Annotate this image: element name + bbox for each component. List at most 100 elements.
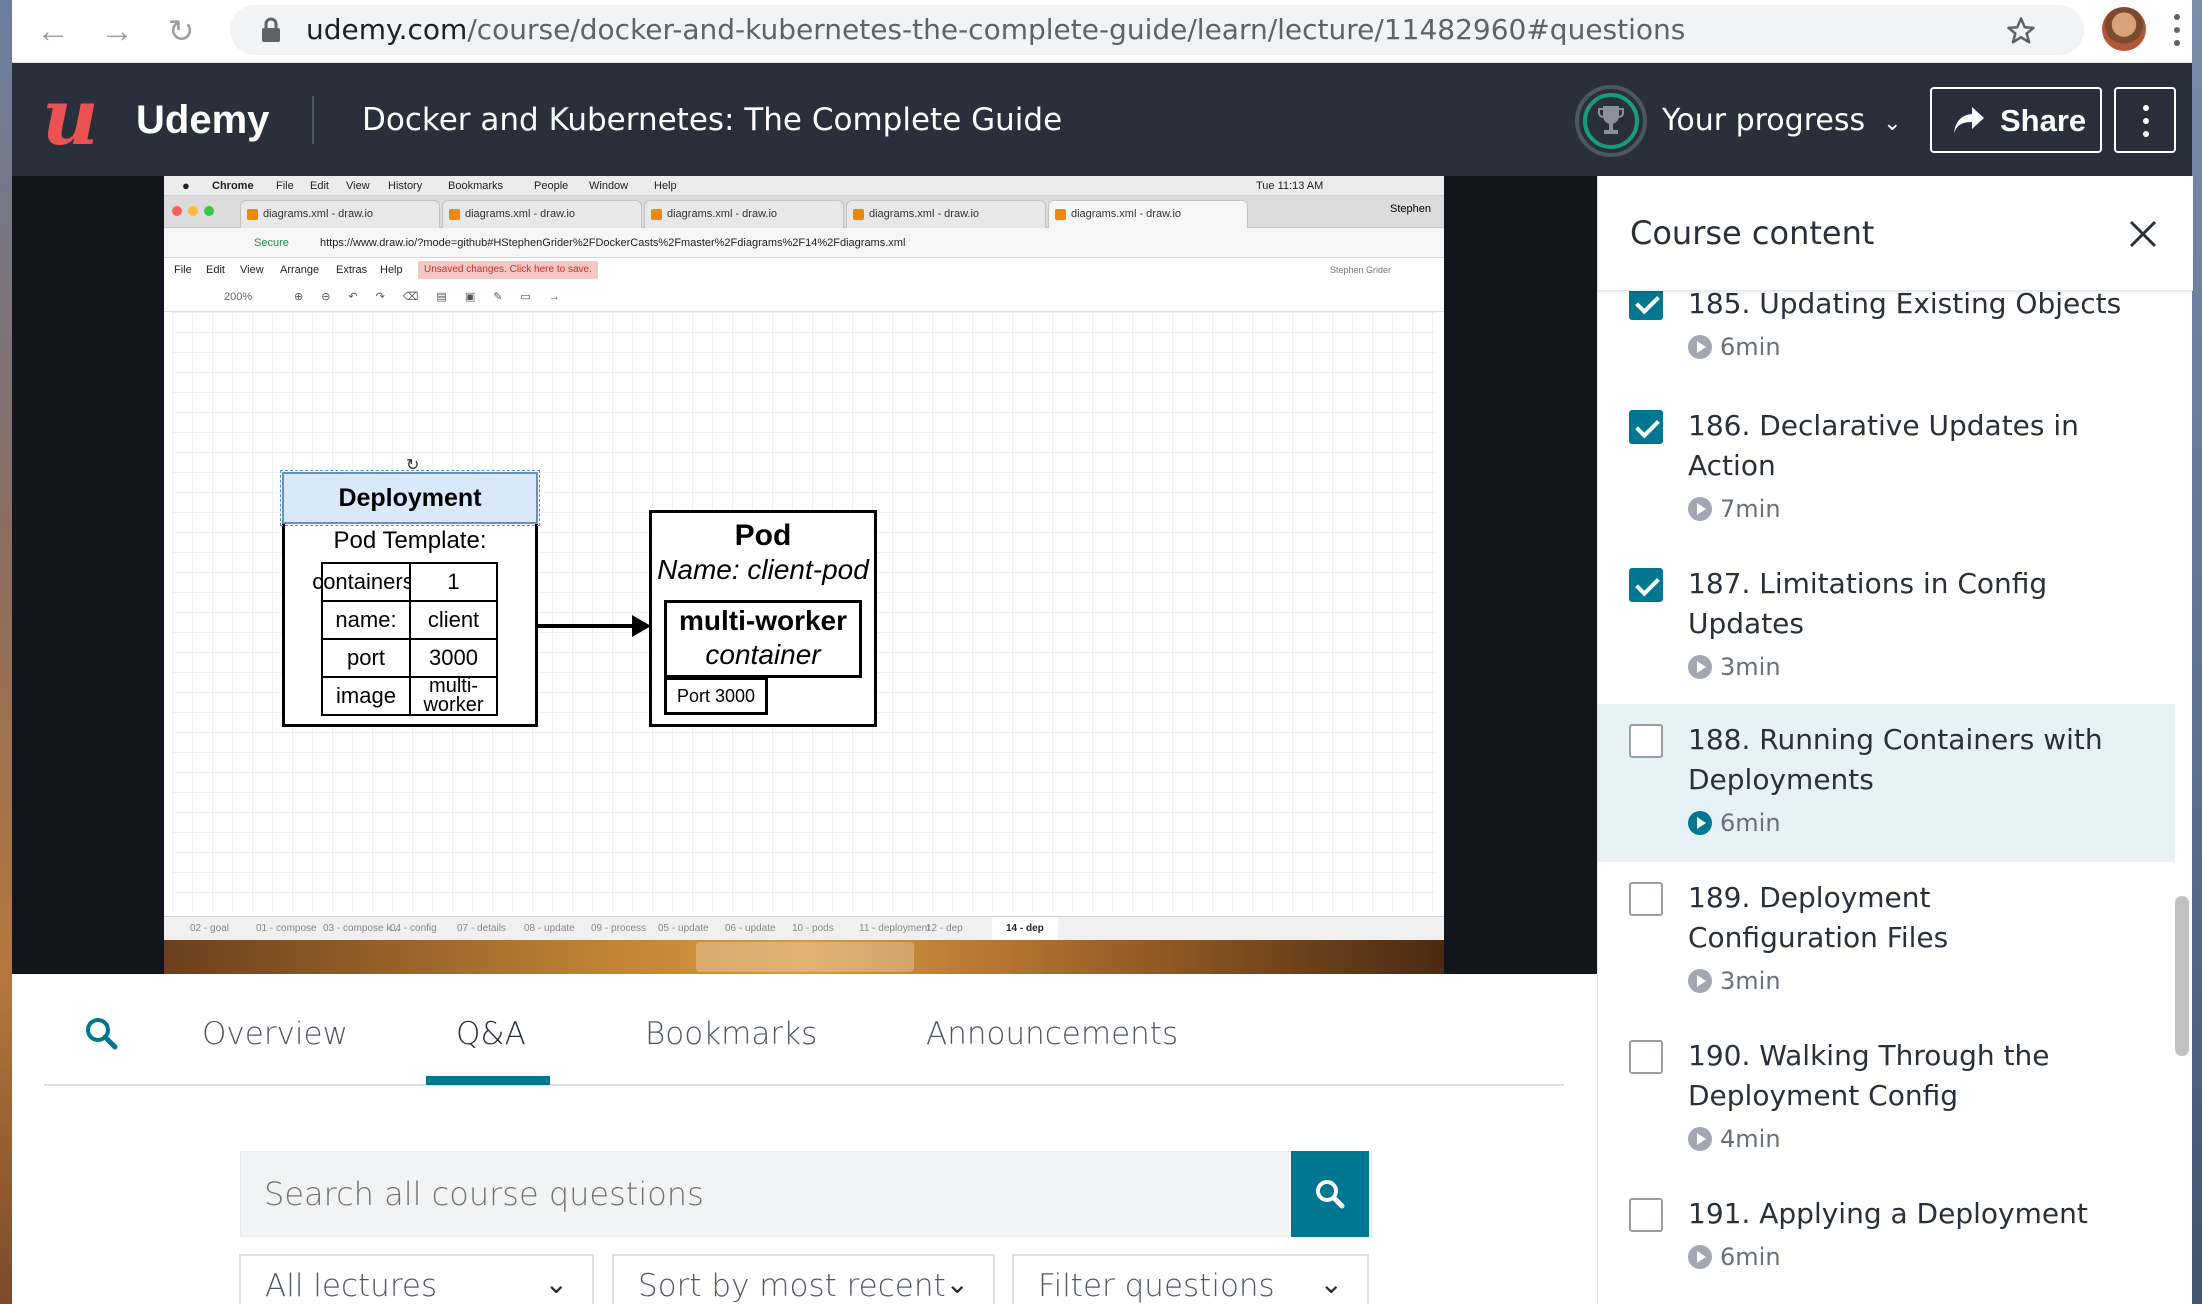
tabs-divider <box>44 1084 1564 1086</box>
completed-checkbox[interactable] <box>1629 286 1663 320</box>
lecture-title: 190. Walking Through the Deployment Conf… <box>1688 1039 2050 1112</box>
table-cell: 3000 <box>409 638 498 678</box>
pod-name: Name: client-pod <box>657 554 869 585</box>
lecture-filter-select[interactable]: All lectures ⌄ <box>239 1254 594 1304</box>
progress-label: Your progress <box>1662 103 1866 138</box>
completed-checkbox[interactable] <box>1629 1198 1663 1232</box>
desktop-edge-left <box>0 0 12 1304</box>
pod-title: Pod <box>734 519 792 552</box>
lock-icon <box>262 17 280 42</box>
sort-select[interactable]: Sort by most recent ⌄ <box>612 1254 995 1304</box>
page-tabs: 02 - goal 01 - compose 03 - compose k...… <box>164 916 1444 941</box>
sidebar-scrollbar[interactable] <box>2175 896 2189 1056</box>
lecture-duration: 6min <box>1688 808 1781 838</box>
progress-trophy-icon[interactable] <box>1575 85 1647 157</box>
lecture-duration: 4min <box>1688 1124 1781 1154</box>
apple-icon: ● <box>182 178 190 193</box>
selection-outline <box>280 470 540 526</box>
lecture-title: 186. Declarative Updates in Action <box>1688 409 2079 482</box>
chevron-down-icon: ⌄ <box>1883 111 1902 136</box>
drawio-toolbar: 200% ⊕⊖↶↷⌫▤▣✎▭→ <box>164 282 1444 312</box>
mini-browser-tabs: diagrams.xml - draw.io diagrams.xml - dr… <box>164 196 1444 228</box>
browser-toolbar: ← → ↻ udemy.com/course/docker-and-kubern… <box>12 0 2192 63</box>
lecture-item[interactable]: 186. Declarative Updates in Action 7min <box>1598 406 2175 564</box>
search-icon <box>1316 1180 1345 1209</box>
back-icon[interactable]: ← <box>32 10 74 52</box>
qa-search-button[interactable] <box>1291 1151 1369 1237</box>
header-divider <box>312 96 314 144</box>
more-options-button[interactable] <box>2114 87 2176 153</box>
play-icon <box>1688 1245 1712 1269</box>
tab-bookmarks[interactable]: Bookmarks <box>645 1014 817 1054</box>
lecture-title: 187. Limitations in Config Updates <box>1688 567 2048 640</box>
lecture-title: 189. Deployment Configuration Files <box>1688 881 1949 954</box>
chevron-down-icon: ⌄ <box>1319 1267 1343 1300</box>
lecture-item[interactable]: 187. Limitations in Config Updates 3min <box>1598 564 2175 722</box>
share-label: Share <box>2000 103 2087 138</box>
lecture-item[interactable]: 189. Deployment Configuration Files 3min <box>1598 878 2175 1036</box>
qa-search-input[interactable]: Search all course questions <box>240 1151 1372 1237</box>
lecture-duration: 6min <box>1688 332 1781 362</box>
completed-checkbox[interactable] <box>1629 410 1663 444</box>
udemy-logo-icon[interactable]: u <box>42 79 99 157</box>
container-sub: container <box>705 639 821 670</box>
port-box: Port 3000 <box>664 677 768 715</box>
lecture-duration: 7min <box>1688 494 1781 524</box>
udemy-logo-text[interactable]: Udemy <box>136 95 269 145</box>
sidebar-title: Course content <box>1630 214 1875 252</box>
completed-checkbox[interactable] <box>1629 882 1663 916</box>
completed-checkbox[interactable] <box>1629 568 1663 602</box>
lecture-duration: 3min <box>1688 966 1781 996</box>
table-cell: port <box>321 638 411 678</box>
desktop-edge-right <box>2192 0 2202 1304</box>
lecture-title: 188. Running Containers with Deployments <box>1688 723 2103 796</box>
share-button[interactable]: Share <box>1930 87 2102 153</box>
table-cell: client <box>409 600 498 640</box>
select-label: All lectures <box>265 1268 438 1304</box>
course-content-sidebar: 185. Updating Existing Objects 6min 186.… <box>1597 176 2193 1304</box>
reload-icon[interactable]: ↻ <box>160 10 202 52</box>
completed-checkbox[interactable] <box>1629 1040 1663 1074</box>
question-filter-select[interactable]: Filter questions ⌄ <box>1012 1254 1369 1304</box>
profile-avatar[interactable] <box>2102 7 2146 51</box>
progress-dropdown[interactable]: Your progress ⌄ <box>1662 99 1902 146</box>
play-icon <box>1688 811 1712 835</box>
pod-template-label: Pod Template: <box>333 527 487 554</box>
mac-dock <box>164 940 1444 974</box>
video-frame: ● Chrome File Edit View History Bookmark… <box>164 176 1444 974</box>
table-cell: name: <box>321 600 411 640</box>
tab-overview[interactable]: Overview <box>202 1014 348 1054</box>
lecture-item[interactable]: 190. Walking Through the Deployment Conf… <box>1598 1036 2175 1194</box>
course-title[interactable]: Docker and Kubernetes: The Complete Guid… <box>362 98 1062 142</box>
lecture-duration: 6min <box>1688 1242 1781 1272</box>
lecture-duration: 3min <box>1688 652 1781 682</box>
lecture-tabs: Overview Q&A Bookmarks Announcements <box>12 974 1597 1087</box>
bookmark-star-icon[interactable] <box>2006 16 2036 46</box>
tab-announcements[interactable]: Announcements <box>926 1014 1178 1054</box>
table-cell: 1 <box>409 562 498 602</box>
active-tab-indicator <box>426 1076 550 1085</box>
chevron-down-icon: ⌄ <box>945 1267 969 1300</box>
table-cell: multi- worker <box>409 676 498 716</box>
url-text: udemy.com/course/docker-and-kubernetes-t… <box>306 13 1686 46</box>
address-bar[interactable]: udemy.com/course/docker-and-kubernetes-t… <box>230 5 2084 55</box>
completed-checkbox[interactable] <box>1629 724 1663 758</box>
video-player[interactable]: ● Chrome File Edit View History Bookmark… <box>12 176 1597 974</box>
play-icon <box>1688 1127 1712 1151</box>
select-label: Filter questions <box>1038 1268 1275 1304</box>
lecture-item-current[interactable]: 188. Running Containers with Deployments… <box>1598 704 2175 862</box>
table-cell: containers: <box>312 562 420 602</box>
close-icon[interactable] <box>2125 216 2161 252</box>
forward-icon[interactable]: → <box>96 10 138 52</box>
lecture-item[interactable]: 191. Applying a Deployment 6min <box>1598 1194 2175 1304</box>
select-label: Sort by most recent <box>638 1268 946 1304</box>
search-placeholder: Search all course questions <box>264 1175 704 1213</box>
search-icon[interactable] <box>84 1016 118 1050</box>
mini-address-bar: Secure https://www.draw.io/?mode=github#… <box>164 228 1444 258</box>
lecture-title: 191. Applying a Deployment <box>1688 1197 2088 1230</box>
container-title: multi-worker <box>678 605 848 636</box>
play-icon <box>1688 655 1712 679</box>
chevron-down-icon: ⌄ <box>544 1267 568 1300</box>
browser-menu-icon[interactable] <box>2174 14 2180 48</box>
tab-qa[interactable]: Q&A <box>456 1014 526 1054</box>
